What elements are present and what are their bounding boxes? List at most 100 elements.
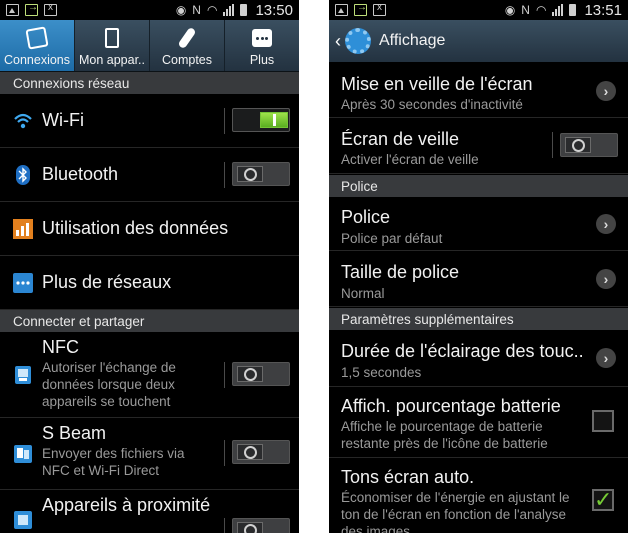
accounts-icon [176, 26, 198, 50]
back-chevron-icon[interactable]: ‹ [335, 31, 341, 52]
section-connect-share: Connecter et partager [0, 310, 299, 332]
tab-label: Plus [249, 53, 275, 67]
action-bar: ‹ Affichage [329, 20, 628, 62]
page-title: Affichage [379, 32, 446, 49]
divider [224, 362, 225, 388]
nearby-devices-row[interactable]: Appareils à proximité [0, 490, 299, 533]
battery-icon [569, 4, 577, 16]
s-beam-toggle[interactable] [232, 440, 290, 464]
s-beam-description: Envoyer des fichiers via NFC et Wi-Fi Di… [42, 446, 185, 478]
connections-icon [25, 26, 49, 50]
nfc-icon [13, 365, 33, 385]
smart-stay-eye-icon: ◉ [504, 3, 516, 17]
battery-percentage-checkbox[interactable] [592, 410, 614, 432]
daydream-toggle[interactable] [560, 133, 618, 157]
wifi-icon [13, 111, 33, 131]
screen-timeout-label: Mise en veille de l'écran [341, 74, 533, 94]
divider [552, 132, 553, 158]
daydream-label: Écran de veille [341, 129, 460, 149]
auto-adjust-tone-label: Tons écran auto. [341, 467, 475, 487]
gallery-icon [6, 4, 19, 16]
chevron-right-icon: › [596, 348, 616, 368]
settings-tab-bar: Connexions Mon appar.. Comptes Plus [0, 20, 299, 72]
battery-percentage-label: Affich. pourcentage batterie [341, 396, 561, 416]
settings-gear-icon[interactable] [345, 28, 371, 54]
s-beam-row[interactable]: S Beam Envoyer des fichiers via NFC et W… [0, 418, 299, 490]
nearby-devices-label: Appareils à proximité [42, 495, 211, 515]
tab-connections[interactable]: Connexions [0, 20, 75, 71]
touch-key-light-label: Durée de l'éclairage des touc.. [341, 341, 584, 361]
touch-key-light-row[interactable]: Durée de l'éclairage des touc.. 1,5 seco… [329, 330, 628, 387]
nfc-description: Autoriser l'échange de données lorsque d… [42, 360, 176, 409]
daydream-row[interactable]: Écran de veille Activer l'écran de veill… [329, 118, 628, 174]
daydream-description: Activer l'écran de veille [341, 152, 479, 167]
connections-screen: ◉ N ◠ 13:50 Connexions Mon appar.. Compt… [0, 0, 299, 533]
font-label: Police [341, 207, 391, 227]
tab-label: Mon appar.. [78, 53, 145, 67]
more-networks-icon [13, 273, 33, 293]
font-size-row[interactable]: Taille de police Normal › [329, 251, 628, 307]
more-icon [251, 27, 273, 49]
wifi-status-icon: ◠ [206, 3, 218, 17]
chevron-right-icon: › [596, 214, 616, 234]
download-icon [25, 2, 38, 16]
auto-adjust-tone-checkbox[interactable]: ✓ [592, 489, 614, 511]
tab-accounts[interactable]: Comptes [150, 20, 225, 71]
wifi-row[interactable]: Wi-Fi [0, 94, 299, 148]
divider [224, 440, 225, 466]
more-networks-label: Plus de réseaux [42, 272, 172, 292]
device-icon [101, 27, 123, 49]
nfc-label: NFC [42, 337, 79, 357]
chevron-right-icon: › [596, 81, 616, 101]
wifi-label: Wi-Fi [42, 110, 84, 130]
battery-percentage-description: Affiche le pourcentage de batterie resta… [341, 419, 548, 451]
touch-key-light-value: 1,5 secondes [341, 365, 422, 380]
auto-adjust-tone-row[interactable]: Tons écran auto. Économiser de l'énergie… [329, 458, 628, 533]
tab-label: Comptes [161, 53, 213, 67]
more-networks-row[interactable]: Plus de réseaux [0, 256, 299, 310]
font-row[interactable]: Police Police par défaut › [329, 197, 628, 251]
screen-timeout-value: Après 30 secondes d'inactivité [341, 97, 523, 112]
tab-more[interactable]: Plus [225, 20, 299, 71]
bluetooth-toggle[interactable] [232, 162, 290, 186]
data-usage-row[interactable]: Utilisation des données [0, 202, 299, 256]
battery-icon [240, 4, 248, 16]
data-usage-label: Utilisation des données [42, 218, 229, 238]
nfc-toggle[interactable] [232, 362, 290, 386]
screen-timeout-row[interactable]: Mise en veille de l'écran Après 30 secon… [329, 62, 628, 118]
battery-percentage-row[interactable]: Affich. pourcentage batterie Affiche le … [329, 387, 628, 458]
signal-icon [223, 4, 235, 16]
bluetooth-row[interactable]: Bluetooth [0, 148, 299, 202]
excel-icon [44, 2, 57, 16]
bluetooth-icon [13, 165, 33, 185]
nfc-row[interactable]: NFC Autoriser l'échange de données lorsq… [0, 332, 299, 418]
smart-stay-eye-icon: ◉ [175, 3, 187, 17]
section-additional-settings: Paramètres supplémentaires [329, 308, 628, 330]
divider [224, 108, 225, 134]
nfc-status-icon: N [192, 3, 201, 17]
nearby-devices-toggle[interactable] [232, 518, 290, 533]
section-font: Police [329, 175, 628, 197]
nearby-devices-icon [13, 510, 33, 530]
font-value: Police par défaut [341, 231, 443, 246]
font-size-value: Normal [341, 286, 385, 301]
clock: 13:50 [255, 1, 293, 19]
download-icon [354, 2, 367, 16]
wifi-toggle[interactable] [232, 108, 290, 132]
s-beam-label: S Beam [42, 423, 107, 443]
auto-adjust-tone-description: Économiser de l'énergie en ajustant le t… [341, 490, 570, 533]
font-size-label: Taille de police [341, 262, 460, 282]
status-bar: ◉ N ◠ 13:51 [329, 0, 628, 20]
clock: 13:51 [584, 1, 622, 19]
wifi-status-icon: ◠ [535, 3, 547, 17]
gallery-icon [335, 4, 348, 16]
divider [224, 518, 225, 533]
tab-my-device[interactable]: Mon appar.. [75, 20, 150, 71]
s-beam-icon [13, 444, 33, 464]
bluetooth-label: Bluetooth [42, 164, 119, 184]
excel-icon [373, 2, 386, 16]
section-network-connections: Connexions réseau [0, 72, 299, 94]
chevron-right-icon: › [596, 269, 616, 289]
status-bar: ◉ N ◠ 13:50 [0, 0, 299, 20]
display-settings-screen: ◉ N ◠ 13:51 ‹ Affichage Mise en veille d… [329, 0, 628, 533]
